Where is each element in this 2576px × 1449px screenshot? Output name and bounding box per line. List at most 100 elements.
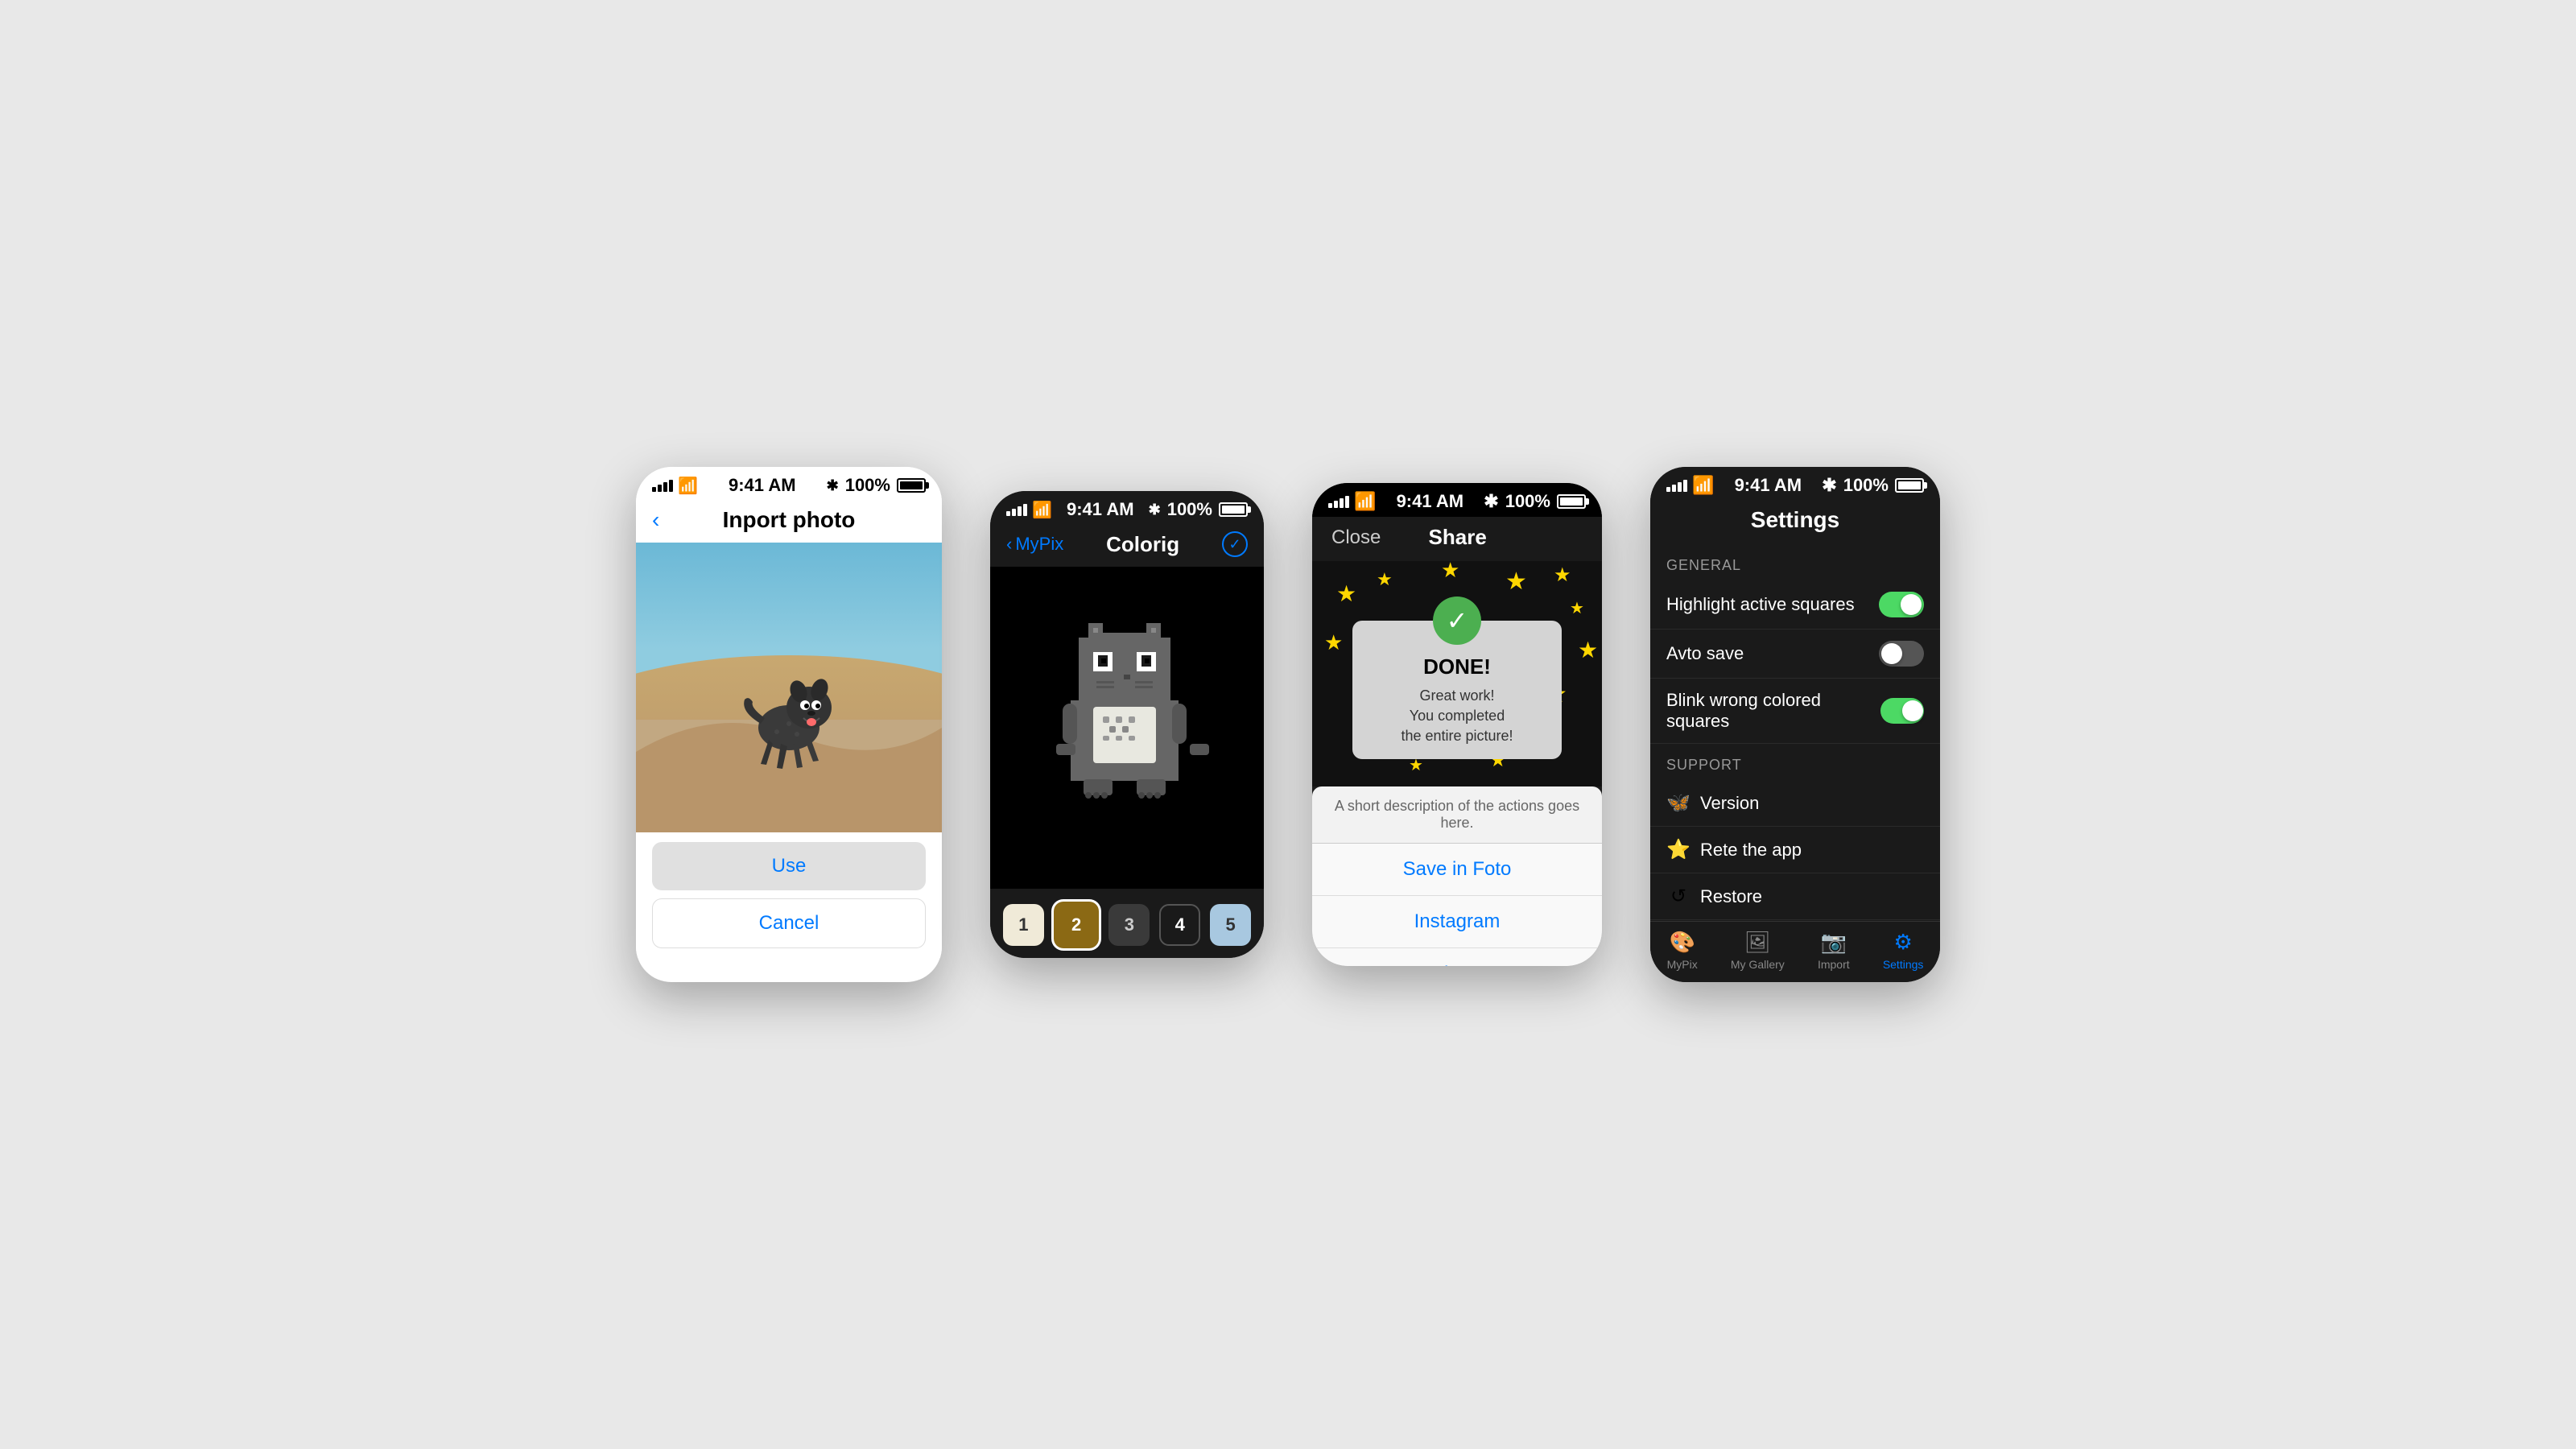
back-chevron-2: ‹ (1006, 534, 1012, 555)
pixel-canvas[interactable] (990, 567, 1264, 889)
tab-mypix[interactable]: 🎨 MyPix (1667, 930, 1698, 971)
close-button[interactable]: Close (1331, 526, 1381, 549)
battery-label-4: 100% (1843, 475, 1889, 496)
status-bar-1: 📶 9:41 AM ✱ 100% (636, 467, 942, 501)
version-label: Version (1700, 793, 1759, 814)
signal-2 (1006, 504, 1027, 516)
color-1[interactable]: 1 (1003, 904, 1044, 946)
tab-settings[interactable]: ⚙ Settings (1883, 930, 1924, 971)
battery-4 (1895, 478, 1924, 493)
version-row[interactable]: 🦋 Version (1650, 780, 1940, 827)
time-2: 9:41 AM (1067, 499, 1134, 520)
share-header: Close Share (1312, 517, 1602, 561)
tab-gallery[interactable]: 🖼 My Gallery (1731, 930, 1785, 971)
signal-1 (652, 480, 673, 492)
star3: ★ (1441, 561, 1459, 582)
tab-gallery-label: My Gallery (1731, 958, 1785, 971)
color-3-label: 3 (1125, 914, 1134, 935)
highlight-label: Highlight active squares (1666, 594, 1855, 615)
phone-import: 📶 9:41 AM ✱ 100% ‹ Inport photo (636, 467, 942, 982)
butterfly-icon: 🦋 (1666, 791, 1690, 815)
import-title: Inport photo (723, 507, 856, 533)
color-2-label: 2 (1071, 914, 1081, 935)
battery-1 (897, 478, 926, 493)
check-icon: ✓ (1447, 605, 1468, 636)
share-button[interactable]: Share (1312, 948, 1602, 966)
use-button[interactable]: Use (652, 842, 926, 890)
color-2[interactable]: 2 (1054, 902, 1100, 948)
signal-3 (1328, 496, 1349, 508)
battery-fill-2 (1222, 506, 1245, 514)
rate-label: Rete the app (1700, 840, 1802, 861)
phone-colorig: 📶 9:41 AM ✱ 100% ‹ MyPix Colorig ✓ (990, 491, 1264, 958)
battery-3 (1557, 494, 1586, 509)
version-left: 🦋 Version (1666, 791, 1759, 815)
status-left-4: 📶 (1666, 475, 1714, 496)
import-header: ‹ Inport photo (636, 501, 942, 543)
save-foto-button[interactable]: Save in Foto (1312, 844, 1602, 896)
status-right-3: ✱ 100% (1484, 491, 1586, 512)
tab-settings-label: Settings (1883, 958, 1924, 971)
battery-label-1: 100% (845, 475, 890, 496)
b4 (1023, 504, 1027, 516)
done-area: ★ ★ ★ ★ ★ ★ ★ ★ ★ ★ ★ ★ ✓ (1312, 561, 1602, 786)
tab-mypix-label: MyPix (1667, 958, 1698, 971)
restore-label: Restore (1700, 886, 1762, 907)
done-line1: Great work! (1419, 687, 1494, 704)
s1 (1328, 503, 1332, 508)
time-3: 9:41 AM (1397, 491, 1464, 512)
instagram-button[interactable]: Instagram (1312, 896, 1602, 948)
color-5[interactable]: 5 (1210, 904, 1251, 946)
battery-fill-4 (1898, 481, 1921, 489)
g2 (1672, 485, 1676, 492)
restore-left: ↺ Restore (1666, 885, 1762, 908)
star2: ★ (1377, 569, 1393, 589)
done-title: DONE! (1377, 654, 1538, 679)
bluetooth-2: ✱ (1149, 502, 1161, 518)
rate-row[interactable]: ⭐ Rete the app (1650, 827, 1940, 873)
star-icon: ⭐ (1666, 838, 1690, 861)
tab-import-label: Import (1818, 958, 1850, 971)
back-mypix[interactable]: ‹ MyPix (1006, 534, 1063, 555)
signal-4 (1666, 480, 1687, 492)
colorig-title: Colorig (1106, 532, 1179, 557)
color-1-label: 1 (1018, 914, 1028, 935)
blink-label: Blink wrong colored squares (1666, 690, 1880, 732)
s3 (1340, 498, 1344, 508)
tab-bar: 🎨 MyPix 🖼 My Gallery 📷 Import ⚙ Settings (1650, 921, 1940, 982)
bluetooth-4: ✱ (1822, 475, 1836, 496)
color-3[interactable]: 3 (1108, 904, 1150, 946)
phone-share: 📶 9:41 AM ✱ 100% Close Share (1312, 483, 1602, 966)
status-right-4: ✱ 100% (1822, 475, 1924, 496)
tab-import[interactable]: 📷 Import (1818, 930, 1850, 971)
cancel-button-1[interactable]: Cancel (652, 898, 926, 948)
highlight-toggle[interactable] (1879, 592, 1924, 617)
status-right-2: ✱ 100% (1149, 499, 1248, 520)
bar1 (652, 487, 656, 492)
bar4 (669, 480, 673, 492)
star4: ★ (1505, 568, 1527, 595)
avtosave-toggle[interactable] (1879, 641, 1924, 667)
photo-preview (636, 543, 942, 832)
s2 (1334, 501, 1338, 508)
blink-toggle[interactable] (1880, 698, 1924, 724)
back-button-1[interactable]: ‹ (652, 507, 659, 533)
done-subtitle: Great work! You completed the entire pic… (1377, 686, 1538, 747)
wifi-4: 📶 (1692, 475, 1714, 496)
b3 (1018, 506, 1022, 516)
done-checkmark-btn[interactable]: ✓ (1222, 531, 1248, 557)
settings-header: Settings (1650, 501, 1940, 544)
color-4[interactable]: 4 (1159, 904, 1200, 946)
g4 (1683, 480, 1687, 492)
restore-row[interactable]: ↺ Restore (1650, 873, 1940, 920)
star6: ★ (1570, 600, 1584, 617)
tab-import-icon: 📷 (1821, 930, 1847, 955)
tab-mypix-icon: 🎨 (1669, 930, 1695, 955)
back-mypix-label: MyPix (1015, 534, 1063, 555)
photo-svg (636, 543, 942, 832)
status-bar-2: 📶 9:41 AM ✱ 100% (990, 491, 1264, 525)
done-checkmark: ✓ (1433, 597, 1481, 645)
action-sheet: A short description of the actions goes … (1312, 786, 1602, 966)
settings-content: GENERAL Highlight active squares Avto sa… (1650, 544, 1940, 963)
battery-label-3: 100% (1505, 491, 1550, 512)
